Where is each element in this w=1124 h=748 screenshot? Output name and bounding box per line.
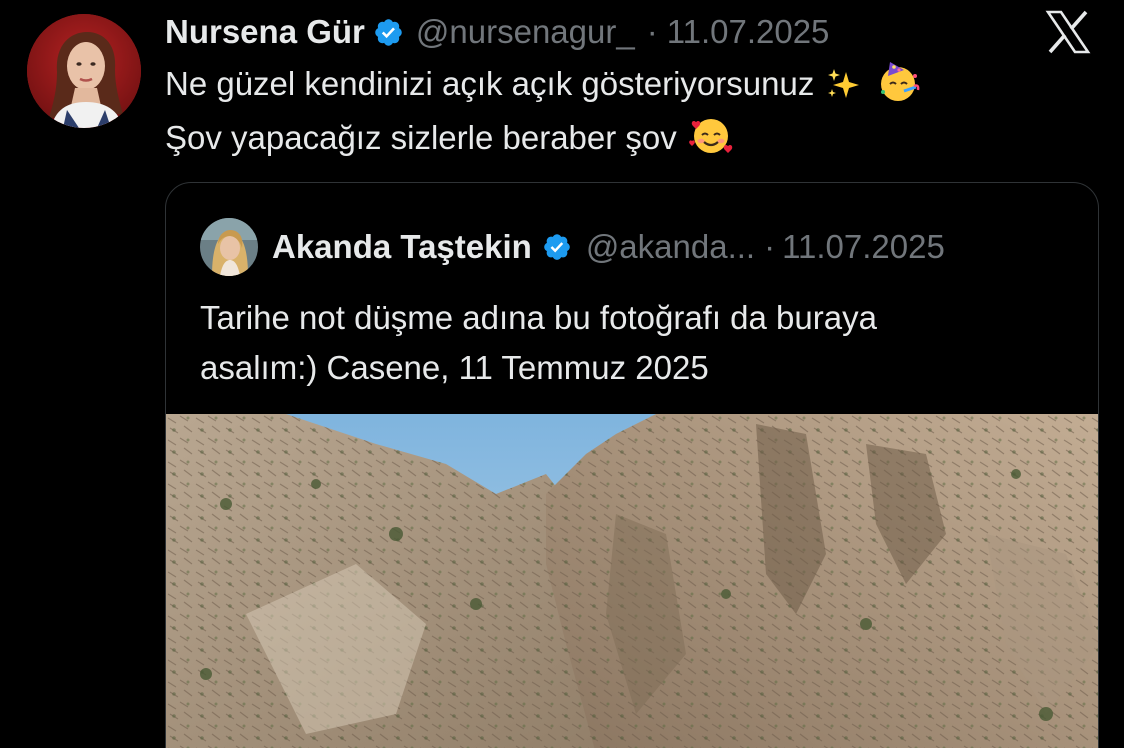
- quoted-tweet-header: Akanda Taştekin @akanda... · 11.07.2025: [272, 223, 945, 271]
- smiling-face-with-hearts-icon: [687, 114, 735, 168]
- header-separator: ·: [646, 13, 658, 50]
- quoted-header-separator: ·: [764, 228, 776, 265]
- tweet-text-line-1: Ne güzel kendinizi açık açık gösteriyors…: [165, 60, 1105, 114]
- quoted-author-avatar[interactable]: [200, 218, 258, 276]
- verified-badge-icon: [373, 17, 404, 48]
- author-display-name[interactable]: Nursena Gür: [165, 13, 365, 51]
- author-handle[interactable]: @nursenagur_: [416, 13, 635, 51]
- tweet-text-line-1-content: Ne güzel kendinizi açık açık gösteriyors…: [165, 65, 815, 102]
- sparkles-icon: [824, 66, 864, 114]
- tweet-text: Ne güzel kendinizi açık açık gösteriyors…: [165, 60, 1105, 168]
- tweet: Nursena Gür @nursenagur_ · 11.07.2025 Ne…: [0, 0, 1124, 748]
- partying-face-icon: [874, 60, 922, 114]
- verified-badge-icon: [542, 232, 572, 262]
- quoted-tweet-card[interactable]: Akanda Taştekin @akanda... · 11.07.2025 …: [165, 182, 1099, 748]
- author-avatar[interactable]: [27, 14, 141, 128]
- tweet-text-line-2: Şov yapacağız sizlerle beraber şov: [165, 114, 1105, 168]
- quoted-tweet-text: Tarihe not düşme adına bu fotoğrafı da b…: [200, 293, 1080, 393]
- quoted-tweet-text-line-1: Tarihe not düşme adına bu fotoğrafı da b…: [200, 299, 877, 336]
- tweet-header: Nursena Gür @nursenagur_ · 11.07.2025: [165, 8, 829, 56]
- quoted-author-handle[interactable]: @akanda...: [586, 228, 755, 266]
- quoted-author-display-name[interactable]: Akanda Taştekin: [272, 228, 532, 266]
- quoted-tweet-photo[interactable]: [166, 414, 1098, 748]
- tweet-text-line-2-content: Şov yapacağız sizlerle beraber şov: [165, 119, 677, 156]
- tweet-date[interactable]: 11.07.2025: [667, 13, 830, 51]
- quoted-tweet-text-line-2: asalım:) Casene, 11 Temmuz 2025: [200, 349, 709, 386]
- x-logo-icon[interactable]: [1044, 10, 1092, 54]
- quoted-tweet-date[interactable]: 11.07.2025: [782, 228, 945, 266]
